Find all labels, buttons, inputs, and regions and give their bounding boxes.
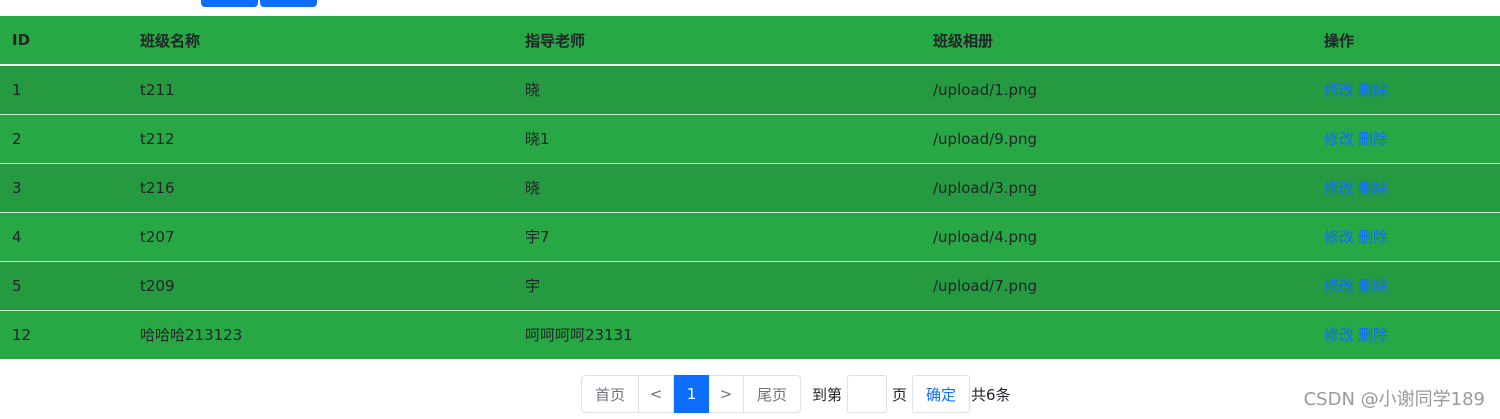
cell-teacher: 晓 [513, 162, 921, 212]
cell-teacher: 宇7 [513, 211, 921, 261]
cell-teacher: 宇 [513, 260, 921, 310]
cell-actions: 修改 删除 [1312, 260, 1500, 310]
first-page-button[interactable]: 首页 [581, 375, 639, 413]
table-row: 3 t216 晓 /upload/3.png 修改 删除 [0, 162, 1500, 212]
delete-link[interactable]: 删除 [1358, 277, 1388, 295]
edit-link[interactable]: 修改 [1324, 228, 1354, 246]
delete-link[interactable]: 删除 [1358, 326, 1388, 344]
next-page-button[interactable]: > [709, 375, 744, 413]
cell-id: 2 [0, 113, 128, 163]
total-count-label: 共6条 [971, 385, 1011, 404]
header-teacher: 指导老师 [513, 16, 921, 66]
cell-album: /upload/9.png [921, 113, 1312, 163]
pagination: 首页 < 1 > 尾页 到第 页 确定 共6条 [581, 375, 1011, 413]
top-button-group [201, 0, 317, 7]
cell-class-name: t216 [128, 162, 513, 212]
cell-teacher: 晓1 [513, 113, 921, 163]
header-album: 班级相册 [921, 16, 1312, 66]
cell-id: 12 [0, 309, 128, 359]
top-button-1[interactable] [201, 0, 258, 7]
watermark: CSDN @小谢同学189 [1303, 389, 1485, 410]
class-table: ID 班级名称 指导老师 班级相册 操作 1 t211 晓 /upload/1.… [0, 16, 1500, 359]
cell-album: /upload/4.png [921, 211, 1312, 261]
cell-actions: 修改 删除 [1312, 64, 1500, 114]
page: ID 班级名称 指导老师 班级相册 操作 1 t211 晓 /upload/1.… [0, 0, 1500, 419]
current-page-button[interactable]: 1 [674, 375, 709, 413]
table-row: 5 t209 宇 /upload/7.png 修改 删除 [0, 260, 1500, 310]
cell-class-name: 哈哈哈213123 [128, 309, 513, 359]
cell-album: /upload/1.png [921, 64, 1312, 114]
table-row: 4 t207 宇7 /upload/4.png 修改 删除 [0, 211, 1500, 261]
cell-album: /upload/3.png [921, 162, 1312, 212]
edit-link[interactable]: 修改 [1324, 326, 1354, 344]
cell-album [921, 309, 1312, 359]
last-page-button[interactable]: 尾页 [744, 375, 801, 413]
prev-page-button[interactable]: < [639, 375, 674, 413]
cell-actions: 修改 删除 [1312, 309, 1500, 359]
header-actions: 操作 [1312, 16, 1500, 66]
delete-link[interactable]: 删除 [1358, 130, 1388, 148]
delete-link[interactable]: 删除 [1358, 179, 1388, 197]
goto-suffix-label: 页 [892, 385, 908, 404]
cell-actions: 修改 删除 [1312, 162, 1500, 212]
edit-link[interactable]: 修改 [1324, 81, 1354, 99]
top-button-2[interactable] [260, 0, 317, 7]
table-header-row: ID 班级名称 指导老师 班级相册 操作 [0, 16, 1500, 66]
table-row: 2 t212 晓1 /upload/9.png 修改 删除 [0, 113, 1500, 163]
delete-link[interactable]: 删除 [1358, 81, 1388, 99]
header-class-name: 班级名称 [128, 16, 513, 66]
edit-link[interactable]: 修改 [1324, 179, 1354, 197]
cell-actions: 修改 删除 [1312, 113, 1500, 163]
cell-actions: 修改 删除 [1312, 211, 1500, 261]
cell-id: 1 [0, 64, 128, 114]
cell-class-name: t211 [128, 64, 513, 114]
cell-id: 3 [0, 162, 128, 212]
edit-link[interactable]: 修改 [1324, 277, 1354, 295]
table-row: 12 哈哈哈213123 呵呵呵呵23131 修改 删除 [0, 309, 1500, 359]
edit-link[interactable]: 修改 [1324, 130, 1354, 148]
header-id: ID [0, 16, 128, 66]
cell-class-name: t207 [128, 211, 513, 261]
cell-id: 5 [0, 260, 128, 310]
cell-class-name: t212 [128, 113, 513, 163]
cell-id: 4 [0, 211, 128, 261]
goto-prefix-label: 到第 [812, 385, 843, 404]
table-row: 1 t211 晓 /upload/1.png 修改 删除 [0, 64, 1500, 114]
goto-confirm-button[interactable]: 确定 [912, 375, 971, 413]
cell-teacher: 晓 [513, 64, 921, 114]
cell-album: /upload/7.png [921, 260, 1312, 310]
goto-page-input[interactable] [847, 375, 888, 413]
delete-link[interactable]: 删除 [1358, 228, 1388, 246]
cell-class-name: t209 [128, 260, 513, 310]
cell-teacher: 呵呵呵呵23131 [513, 309, 921, 359]
